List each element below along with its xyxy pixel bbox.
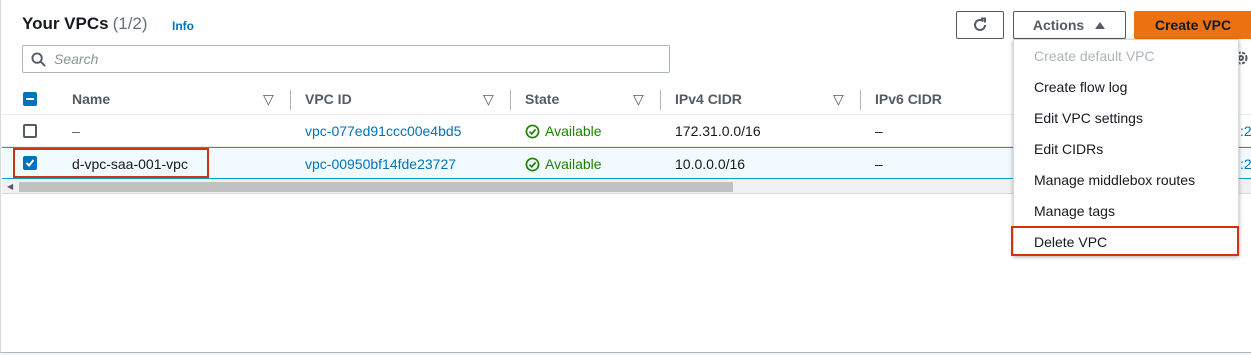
selection-count: (1/2) xyxy=(112,14,148,33)
sort-down-icon[interactable]: ▽ xyxy=(483,83,494,115)
cell-vpc-id-link[interactable]: vpc-077ed91ccc00e4bd5 xyxy=(305,115,461,147)
search-input[interactable] xyxy=(54,51,614,67)
sort-down-icon[interactable]: ▽ xyxy=(263,83,274,115)
sort-down-icon[interactable]: ▽ xyxy=(833,83,844,115)
vpc-list-panel: Your VPCs(1/2) Info Actions Create VPC N… xyxy=(0,0,1251,353)
column-header-name[interactable]: Name xyxy=(72,83,110,115)
column-label: VPC ID xyxy=(305,91,352,107)
column-label: IPv6 CIDR xyxy=(875,91,942,107)
column-divider[interactable] xyxy=(290,90,291,110)
sort-down-icon[interactable]: ▽ xyxy=(633,83,644,115)
title-text: Your VPCs xyxy=(22,14,109,33)
menu-item-create-default-vpc: Create default VPC xyxy=(1034,47,1155,64)
state-label: Available xyxy=(545,156,602,172)
check-circle-icon xyxy=(525,124,540,138)
cell-ipv4-cidr: 10.0.0.0/16 xyxy=(675,156,746,172)
highlight-box-delete-vpc xyxy=(1011,226,1239,256)
cell-state: Available xyxy=(525,115,602,147)
column-label: State xyxy=(525,91,560,107)
menu-item-edit-vpc-settings[interactable]: Edit VPC settings xyxy=(1014,102,1240,133)
cell-name: – xyxy=(72,123,80,139)
refresh-icon xyxy=(974,17,986,31)
cell-ipv6-cidr: – xyxy=(875,123,883,139)
state-label: Available xyxy=(545,123,602,139)
menu-item-manage-middlebox-routes[interactable]: Manage middlebox routes xyxy=(1014,164,1240,195)
caret-up-icon xyxy=(1095,22,1106,29)
row-checkbox[interactable] xyxy=(23,124,37,138)
column-header-ipv6-cidr[interactable]: IPv6 CIDR xyxy=(875,83,942,115)
cell-state: Available xyxy=(525,148,602,180)
cell-vpc-id-link[interactable]: vpc-00950bf14fde23727 xyxy=(305,148,456,180)
scroll-left-arrow-icon[interactable]: ◀ xyxy=(7,182,13,191)
menu-item-create-flow-log[interactable]: Create flow log xyxy=(1014,71,1240,102)
search-box[interactable] xyxy=(22,45,670,73)
cell-ipv4-cidr: 172.31.0.0/16 xyxy=(675,123,761,139)
search-icon xyxy=(31,51,46,67)
actions-dropdown-menu: Create default VPC Create flow log Edit … xyxy=(1013,39,1239,256)
cell-truncated-link[interactable]: :21 xyxy=(1240,115,1251,147)
refresh-button[interactable] xyxy=(956,11,1004,39)
select-all-checkbox[interactable] xyxy=(23,92,37,106)
actions-label: Actions xyxy=(1032,17,1085,33)
column-label: Name xyxy=(72,91,111,107)
column-header-state[interactable]: State xyxy=(525,83,559,115)
column-label: IPv4 CIDR xyxy=(675,91,742,107)
info-link[interactable]: Info xyxy=(172,19,194,33)
highlight-box-selected-vpc xyxy=(13,148,209,178)
column-divider[interactable] xyxy=(510,90,511,110)
create-vpc-button[interactable]: Create VPC xyxy=(1134,11,1251,39)
menu-item-edit-cidrs[interactable]: Edit CIDRs xyxy=(1014,133,1240,164)
actions-button[interactable]: Actions xyxy=(1013,11,1126,39)
cell-truncated-link[interactable]: :21 xyxy=(1240,148,1251,180)
column-header-vpc-id[interactable]: VPC ID xyxy=(305,83,352,115)
scroll-thumb[interactable] xyxy=(19,182,733,192)
page-title: Your VPCs (1/2) xyxy=(22,14,148,34)
cell-ipv6-cidr: – xyxy=(875,156,883,172)
column-divider[interactable] xyxy=(860,90,861,110)
menu-item-manage-tags[interactable]: Manage tags xyxy=(1014,195,1240,226)
column-divider[interactable] xyxy=(660,90,661,110)
check-circle-icon xyxy=(525,157,540,171)
column-header-ipv4-cidr[interactable]: IPv4 CIDR xyxy=(675,83,742,115)
